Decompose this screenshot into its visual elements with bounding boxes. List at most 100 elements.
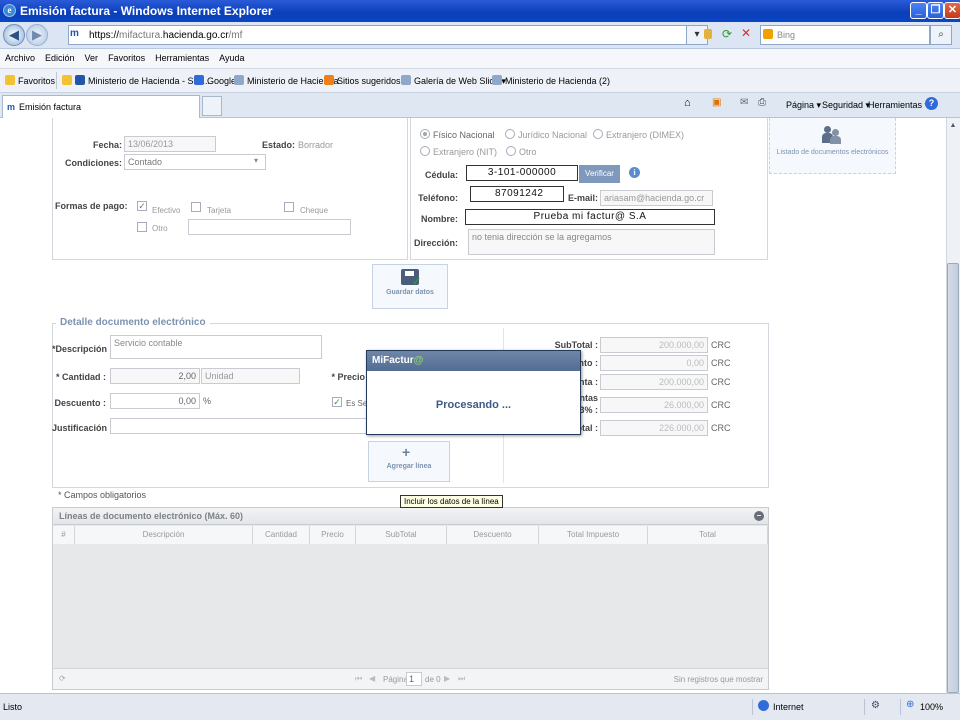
- of-pages-label: de 0: [425, 675, 441, 684]
- save-icon: ✓: [401, 269, 421, 288]
- web-slice-icon: [401, 75, 411, 85]
- first-page-icon[interactable]: ⏮: [355, 674, 362, 684]
- site-icon: [75, 75, 85, 85]
- fav-item-4[interactable]: Sitios sugeridos ▾: [324, 75, 408, 87]
- tab-label: Emisión factura: [19, 102, 82, 112]
- tarjeta-checkbox[interactable]: [191, 202, 201, 212]
- fav-item-5[interactable]: Galería de Web Slice ▾: [401, 75, 506, 87]
- bing-icon: [763, 29, 773, 39]
- minimize-button[interactable]: _: [910, 2, 927, 19]
- extranjero-dimex-radio[interactable]: [593, 129, 603, 139]
- verificar-button[interactable]: Verificar: [579, 165, 620, 183]
- col-subtotal[interactable]: SubTotal: [356, 526, 447, 544]
- menu-herramientas[interactable]: Herramientas: [150, 49, 214, 63]
- protected-mode-segment[interactable]: ⚙: [864, 699, 900, 715]
- otro-radio[interactable]: [506, 146, 516, 156]
- otro-checkbox[interactable]: [137, 222, 147, 232]
- collapse-icon[interactable]: –: [754, 511, 764, 521]
- fisico-nacional-radio[interactable]: [420, 129, 430, 139]
- processing-message: Procesando ...: [435, 399, 512, 411]
- mail-icon[interactable]: ✉: [740, 97, 748, 108]
- fecha-field[interactable]: 13/06/2013: [124, 136, 216, 152]
- col-total-impuesto[interactable]: Total Impuesto: [539, 526, 648, 544]
- nombre-field[interactable]: Prueba mi factur@ S.A: [465, 209, 715, 225]
- next-page-icon[interactable]: ▶: [444, 674, 450, 683]
- condiciones-value: Contado: [128, 157, 163, 167]
- help-icon[interactable]: ?: [925, 97, 938, 110]
- zoom-segment[interactable]: ⊕ 100%: [900, 699, 956, 715]
- zoom-label: 100%: [920, 702, 944, 712]
- search-icon[interactable]: ⌕: [930, 25, 952, 45]
- menu-ver[interactable]: Ver: [80, 49, 104, 63]
- efectivo-checkbox[interactable]: ✓: [137, 201, 147, 211]
- menu-edicion[interactable]: Edición: [40, 49, 80, 63]
- fav-item-label: Ministerio de Hacienda (2): [505, 76, 611, 86]
- page-input[interactable]: 1: [406, 672, 422, 686]
- cedula-field[interactable]: 3-101-000000: [466, 165, 578, 181]
- info-icon[interactable]: i: [629, 167, 640, 178]
- refresh-icon[interactable]: ⟳: [59, 674, 66, 683]
- new-tab-button[interactable]: [202, 96, 222, 116]
- unidad-select[interactable]: Unidad: [201, 368, 300, 384]
- lock-icon[interactable]: [704, 29, 712, 39]
- maximize-button[interactable]: ❐: [927, 2, 944, 19]
- forward-button[interactable]: ▶: [26, 24, 48, 46]
- currency-label: CRC: [711, 340, 731, 350]
- col-total[interactable]: Total: [648, 526, 768, 544]
- tab-emision-factura[interactable]: m Emisión factura: [2, 95, 200, 118]
- scrollbar-thumb[interactable]: [947, 263, 959, 693]
- justificacion-field[interactable]: [110, 418, 370, 434]
- otro-field[interactable]: [188, 219, 351, 235]
- email-field[interactable]: ariasam@hacienda.go.cr: [600, 190, 713, 206]
- descuento-field[interactable]: 0,00: [110, 393, 200, 409]
- menu-ayuda[interactable]: Ayuda: [214, 49, 249, 63]
- site-favicon-icon: m: [7, 102, 16, 112]
- fav-item-2[interactable]: Google: [194, 75, 236, 86]
- menu-favoritos[interactable]: Favoritos: [103, 49, 150, 63]
- col-number[interactable]: #: [53, 526, 75, 544]
- zoom-icon: ⊕: [906, 699, 915, 710]
- fav-item-3[interactable]: Ministerio de Hacienda: [234, 75, 339, 86]
- favorites-button[interactable]: Favoritos: [5, 75, 55, 86]
- cantidad-field[interactable]: 2,00: [110, 368, 200, 384]
- chevron-down-icon[interactable]: ▾: [254, 156, 258, 165]
- tarjeta-label: Tarjeta: [207, 206, 232, 215]
- cantidad-label: * Cantidad :: [55, 372, 106, 382]
- listado-label: Listado de documentos electrónicos: [776, 149, 889, 156]
- descripcion-field[interactable]: Servicio contable: [110, 335, 322, 359]
- scroll-up-icon[interactable]: ▲: [947, 120, 959, 132]
- col-precio[interactable]: Precio: [310, 526, 356, 544]
- tools-menu[interactable]: Herramientas ▾: [868, 100, 929, 111]
- security-icon: ⚙: [871, 700, 880, 711]
- refresh-icon[interactable]: ⟳: [722, 27, 732, 41]
- close-window-button[interactable]: ✕: [944, 2, 960, 19]
- last-page-icon[interactable]: ⏭: [458, 674, 465, 684]
- security-menu[interactable]: Seguridad ▾: [822, 100, 870, 111]
- menu-archivo[interactable]: Archivo: [0, 49, 40, 63]
- col-descuento[interactable]: Descuento: [447, 526, 539, 544]
- grid-pager: ⟳ ⏮ ◀ Página 1 de 0 ▶ ⏭ Sin registros qu…: [53, 668, 768, 689]
- feeds-icon[interactable]: ▣: [712, 97, 721, 108]
- print-icon[interactable]: ⎙: [758, 97, 766, 108]
- col-descripcion[interactable]: Descripción: [75, 526, 253, 544]
- stop-icon[interactable]: ✕: [741, 26, 751, 40]
- back-button[interactable]: ◀: [3, 24, 25, 46]
- page-menu[interactable]: Página ▾: [786, 100, 821, 111]
- es-servicio-checkbox[interactable]: ✓: [332, 397, 342, 407]
- extranjero-nit-radio[interactable]: [420, 146, 430, 156]
- fav-item-6[interactable]: Ministerio de Hacienda (2): [492, 75, 610, 86]
- prev-page-icon[interactable]: ◀: [369, 674, 375, 683]
- cheque-checkbox[interactable]: [284, 202, 294, 212]
- subtotal-field: 200.000,00: [600, 337, 708, 353]
- condiciones-select[interactable]: Contado: [124, 154, 266, 170]
- direccion-field[interactable]: no tenia dirección se la agregamos: [468, 229, 715, 255]
- col-cantidad[interactable]: Cantidad: [253, 526, 310, 544]
- home-icon[interactable]: ⌂: [684, 97, 691, 109]
- url-field[interactable]: https://mifactura.hacienda.go.cr/mf: [68, 25, 688, 45]
- telefono-field[interactable]: 87091242: [470, 186, 564, 202]
- descuento-label: Descuento :: [54, 398, 106, 408]
- precio-label: * Precio: [331, 372, 365, 382]
- juridico-nacional-radio[interactable]: [505, 129, 515, 139]
- search-input[interactable]: Bing: [760, 25, 930, 45]
- fav-item-1[interactable]: Ministerio de Hacienda - Sist...: [62, 75, 210, 86]
